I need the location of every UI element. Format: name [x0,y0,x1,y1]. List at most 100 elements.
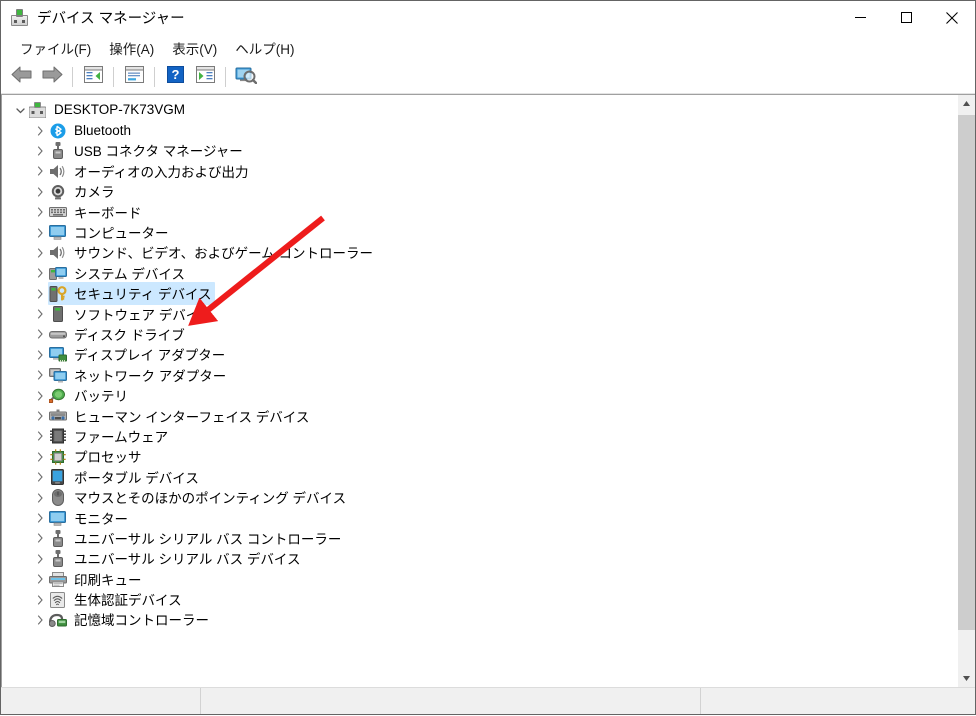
chevron-right-icon[interactable] [32,329,48,340]
tree-item-24[interactable]: 記憶域コントローラー [2,610,957,630]
window-title: デバイス マネージャー [37,11,185,27]
toolbar-console-tree[interactable] [78,64,108,90]
chevron-right-icon[interactable] [32,187,48,197]
portable-device-icon [48,469,67,486]
chevron-right-icon[interactable] [32,493,48,503]
software-devices-icon [48,306,67,323]
menu-action[interactable]: 操作(A) [100,35,163,61]
chevron-right-icon[interactable] [32,207,48,217]
device-manager-window: デバイス マネージャー ファイル(F) 操作(A) 表示(V) ヘルプ(H) ?… [0,0,976,715]
hid-icon [48,408,67,425]
toolbar-forward[interactable] [37,64,67,90]
tree-item-6[interactable]: サウンド、ビデオ、およびゲーム コントローラー [2,243,957,263]
status-bar [1,687,975,714]
toolbar-separator-2 [113,67,114,87]
scroll-down-button[interactable] [958,670,975,687]
bluetooth-icon [48,122,67,139]
usb-controller-icon [48,529,67,547]
system-devices-icon [48,265,67,282]
chevron-right-icon[interactable] [32,227,48,238]
tree-item-23[interactable]: 生体認証デバイス [2,589,957,609]
chevron-down-icon[interactable] [12,106,28,115]
tree-item-7[interactable]: システム デバイス [2,263,957,283]
vertical-scrollbar-thumb[interactable] [958,115,975,630]
menu-view[interactable]: 表示(V) [163,35,226,61]
toolbar-update-driver[interactable] [190,64,220,90]
chevron-right-icon[interactable] [32,452,48,462]
window-controls [837,1,975,34]
device-tree-panel[interactable]: DESKTOP-7K73VGM Bluetooth USB コネクタ マネージャーオ… [1,95,957,687]
status-pane-3 [701,688,975,714]
back-arrow-icon [11,66,33,88]
tree-item-11[interactable]: ディスプレイ アダプター [2,345,957,365]
chevron-right-icon[interactable] [32,574,48,584]
tree-item-22[interactable]: 印刷キュー [2,569,957,589]
chevron-right-icon[interactable] [32,615,48,625]
toolbar: ? [1,61,975,94]
menu-file[interactable]: ファイル(F) [11,35,100,61]
close-button[interactable] [929,1,975,34]
tree-item-15[interactable]: ファームウェア [2,426,957,446]
title-bar-left: デバイス マネージャー [1,7,185,28]
chevron-right-icon[interactable] [32,126,48,136]
tree-item-3[interactable]: カメラ [2,182,957,202]
update-driver-icon [195,66,215,88]
chevron-right-icon[interactable] [32,146,48,156]
content-area: DESKTOP-7K73VGM Bluetooth USB コネクタ マネージャーオ… [1,94,975,687]
tree-item-8[interactable]: セキュリティ デバイス [2,282,957,306]
tree-item-20[interactable]: ユニバーサル シリアル バス コントローラー [2,528,957,548]
status-pane-2 [201,688,701,714]
tree-item-label: Bluetooth [74,122,132,138]
monitor-icon [48,510,67,527]
toolbar-separator-3 [154,67,155,87]
vertical-scrollbar[interactable] [957,95,975,687]
chevron-right-icon[interactable] [32,248,48,258]
chevron-right-icon[interactable] [32,533,48,543]
tree-item-1[interactable]: USB コネクタ マネージャー [2,141,957,161]
storage-controller-icon [48,611,67,628]
chevron-right-icon[interactable] [32,289,48,299]
maximize-button[interactable] [883,1,929,34]
tree-item-10[interactable]: ディスク ドライブ [2,324,957,344]
tree-root-row[interactable]: DESKTOP-7K73VGM [2,100,957,120]
scan-hardware-changes-icon [235,66,258,89]
tree-item-14[interactable]: ヒューマン インターフェイス デバイス [2,406,957,426]
tree-item-12[interactable]: ネットワーク アダプター [2,365,957,385]
toolbar-separator-4 [225,67,226,87]
chevron-right-icon[interactable] [32,594,48,605]
disk-drive-icon [48,326,67,343]
chevron-right-icon[interactable] [32,309,48,319]
menu-bar: ファイル(F) 操作(A) 表示(V) ヘルプ(H) [1,34,975,61]
chevron-right-icon[interactable] [32,391,48,401]
tree-item-17[interactable]: ポータブル デバイス [2,467,957,487]
tree-item-18[interactable]: マウスとそのほかのポインティング デバイス [2,487,957,507]
tree-item-4[interactable]: キーボード [2,202,957,222]
tree-item-16[interactable]: プロセッサ [2,447,957,467]
tree-item-5[interactable]: コンピューター [2,222,957,242]
tree-item-9[interactable]: ソフトウェア デバイス [2,304,957,324]
usb-device-icon [48,550,67,568]
camera-icon [48,183,67,200]
tree-item-0[interactable]: Bluetooth [2,120,957,140]
chevron-right-icon[interactable] [32,431,48,442]
minimize-button[interactable] [837,1,883,34]
tree-item-13[interactable]: バッテリ [2,385,957,405]
scroll-up-button[interactable] [958,95,975,112]
chevron-right-icon[interactable] [32,268,48,278]
chevron-right-icon[interactable] [32,472,48,482]
toolbar-scan-hardware[interactable] [231,64,261,90]
tree-item-21[interactable]: ユニバーサル シリアル バス デバイス [2,549,957,569]
chevron-right-icon[interactable] [32,554,48,564]
toolbar-help[interactable]: ? [160,64,190,90]
chevron-right-icon[interactable] [32,411,48,421]
chevron-right-icon[interactable] [32,370,48,380]
chevron-right-icon[interactable] [32,350,48,360]
toolbar-back[interactable] [7,64,37,90]
chevron-right-icon[interactable] [32,166,48,176]
menu-help[interactable]: ヘルプ(H) [226,35,303,61]
toolbar-properties[interactable] [119,64,149,90]
chevron-right-icon[interactable] [32,513,48,523]
tree-item-2[interactable]: オーディオの入力および出力 [2,161,957,181]
tree-item-19[interactable]: モニター [2,508,957,528]
computer-root-icon [28,102,47,119]
